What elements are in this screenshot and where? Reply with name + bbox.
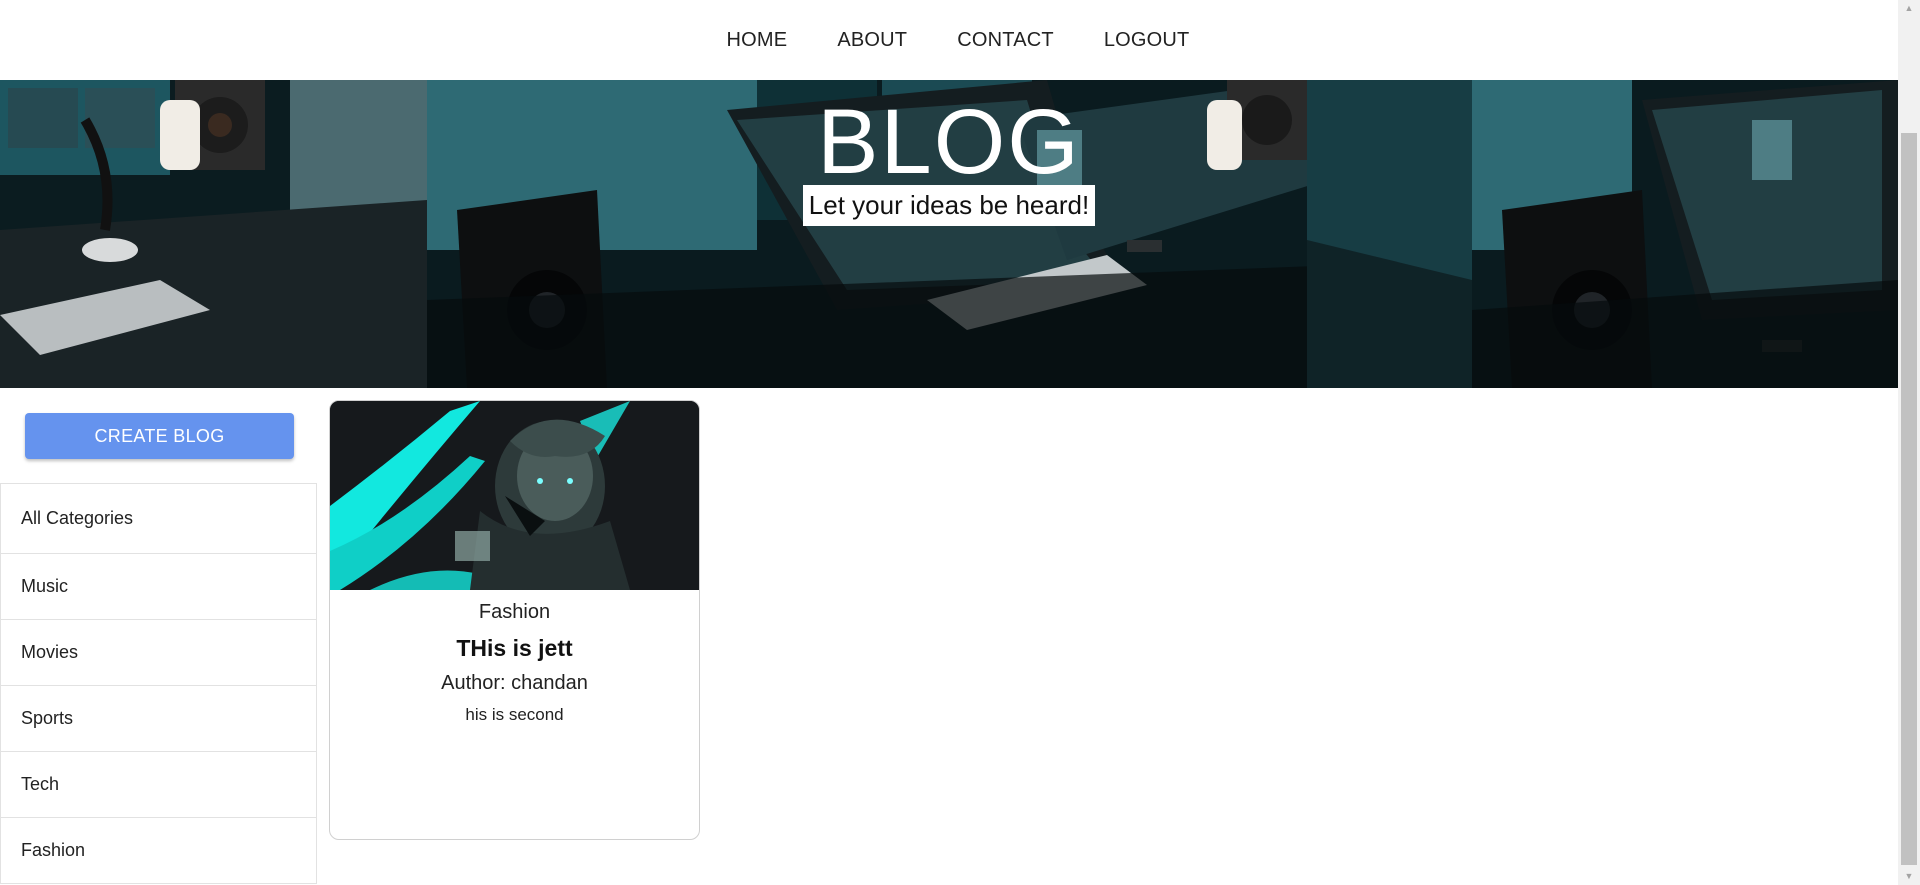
blog-post-card[interactable]: Fashion THis is jett Author: chandan his…: [329, 400, 700, 840]
post-illustration: [330, 401, 699, 590]
category-fashion[interactable]: Fashion: [1, 818, 316, 884]
post-category: Fashion: [478, 601, 551, 623]
scroll-up-arrow-icon[interactable]: ▲: [1898, 0, 1920, 17]
post-author: Author: chandan: [441, 672, 588, 694]
category-movies[interactable]: Movies: [1, 620, 316, 686]
post-description: his is second: [465, 705, 564, 724]
hero-title: BLOG: [817, 91, 1081, 193]
hero-subtitle: Let your ideas be heard!: [802, 185, 1096, 226]
post-image: [330, 401, 699, 590]
scroll-down-arrow-icon[interactable]: ▼: [1898, 868, 1920, 885]
post-body: Fashion THis is jett Author: chandan his…: [330, 601, 699, 725]
category-sports[interactable]: Sports: [1, 686, 316, 752]
category-tech[interactable]: Tech: [1, 752, 316, 818]
scroll-thumb[interactable]: [1901, 133, 1917, 865]
page-scrollbar[interactable]: ▲ ▼: [1898, 0, 1920, 885]
post-title[interactable]: THis is jett: [330, 635, 699, 662]
nav-logout-link[interactable]: LOGOUT: [1104, 29, 1190, 52]
nav-about-link[interactable]: ABOUT: [837, 29, 907, 52]
category-music[interactable]: Music: [1, 554, 316, 620]
category-all[interactable]: All Categories: [1, 484, 316, 554]
create-blog-button[interactable]: CREATE BLOG: [25, 413, 294, 459]
top-nav: HOME ABOUT CONTACT LOGOUT: [0, 0, 1898, 80]
hero-subtitle-wrap: Let your ideas be heard!: [0, 185, 1898, 226]
hero-banner: BLOG Let your ideas be heard!: [0, 80, 1898, 388]
nav-contact-link[interactable]: CONTACT: [957, 29, 1054, 52]
nav-home-link[interactable]: HOME: [727, 29, 788, 52]
category-list: All Categories Music Movies Sports Tech …: [0, 483, 317, 884]
